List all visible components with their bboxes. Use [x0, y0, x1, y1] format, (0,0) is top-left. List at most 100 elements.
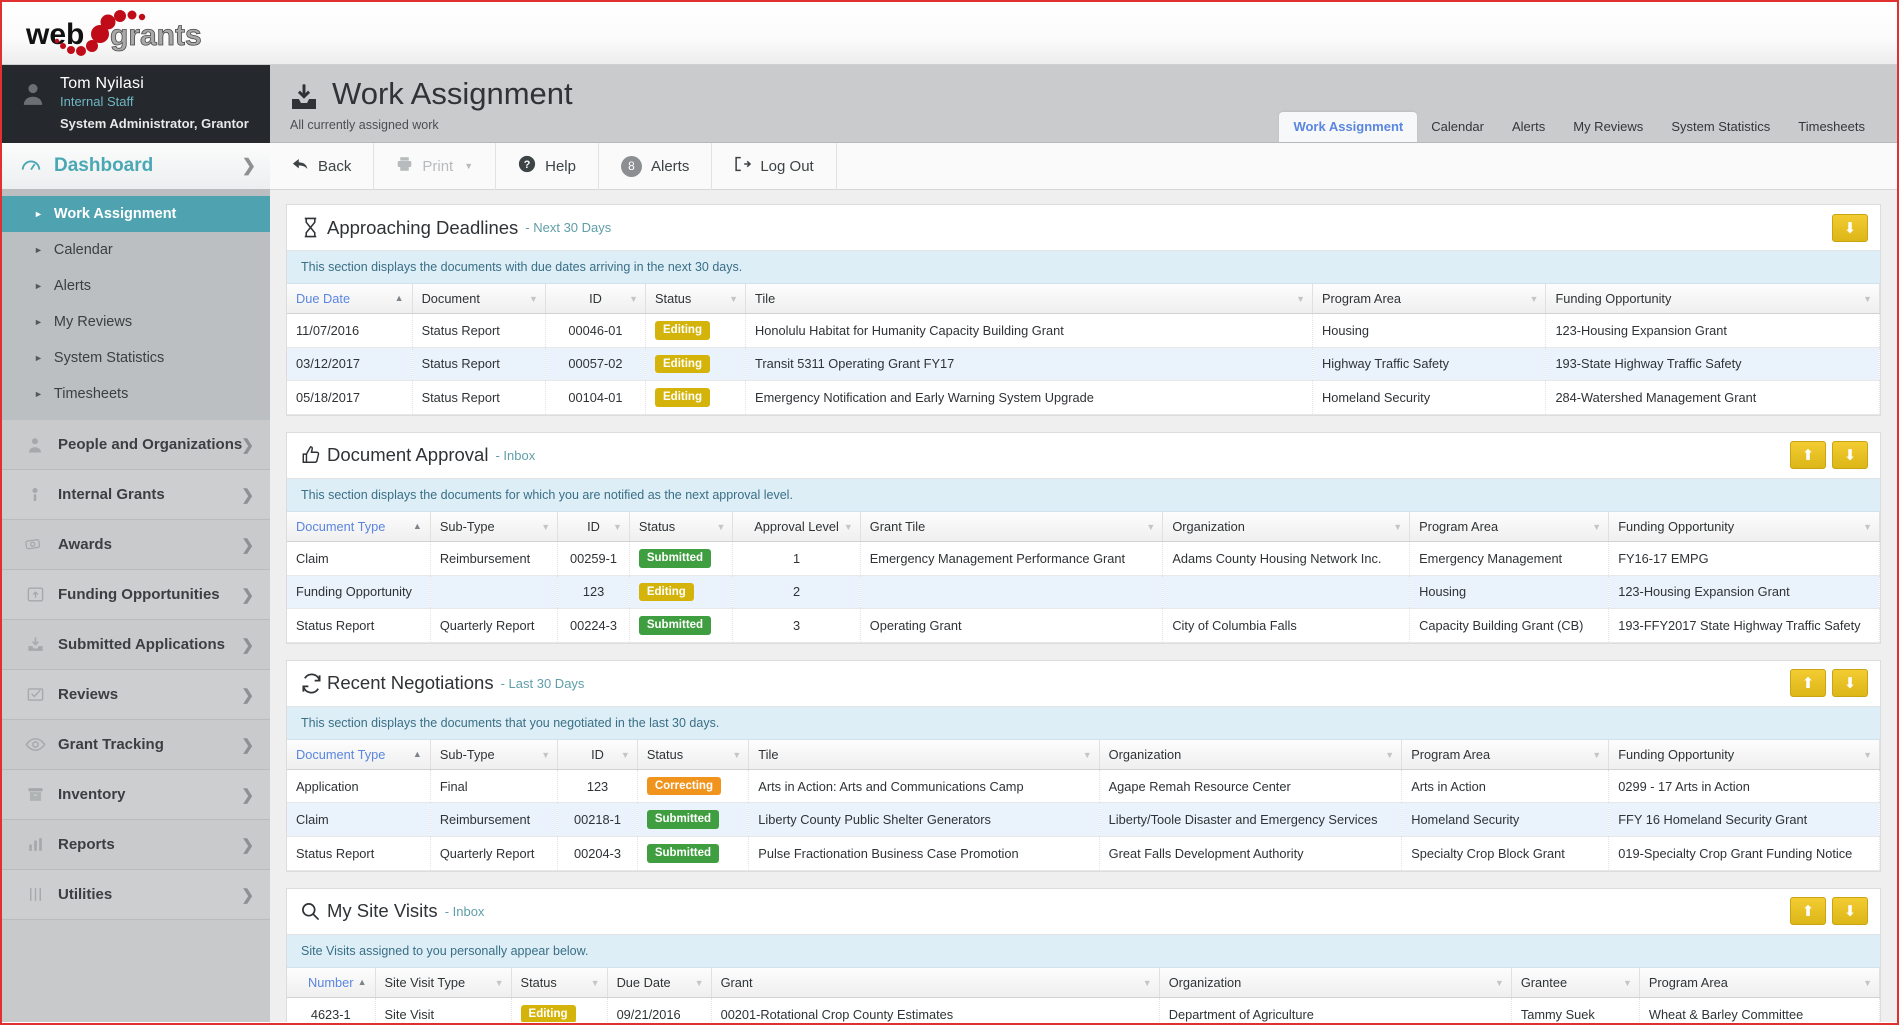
sidebar-item-internal-grants[interactable]: Internal Grants ❯ [2, 470, 270, 520]
table-row[interactable]: Status ReportQuarterly Report00204-3Subm… [287, 837, 1880, 871]
table-row[interactable]: ClaimReimbursement00218-1SubmittedLibert… [287, 803, 1880, 837]
sidebar-item-inventory[interactable]: Inventory ❯ [2, 770, 270, 820]
column-header[interactable]: Funding Opportunity▼ [1546, 284, 1880, 314]
table-row[interactable]: 11/07/2016Status Report00046-01EditingHo… [287, 314, 1880, 348]
panel-down-arrow-button[interactable]: ⬇ [1832, 441, 1868, 469]
table-row[interactable]: Funding Opportunity123Editing2Housing123… [287, 575, 1880, 609]
column-header[interactable]: Tile▼ [746, 284, 1313, 314]
column-header-label: Program Area [1419, 519, 1498, 534]
sidebar-item-people-and-organizations[interactable]: People and Organizations ❯ [2, 420, 270, 470]
tab-calendar[interactable]: Calendar [1417, 112, 1498, 142]
panel-down-arrow-button[interactable]: ⬇ [1832, 669, 1868, 697]
sidebar-item-dashboard[interactable]: Dashboard ❯ [2, 143, 270, 190]
chevron-right-icon: ❯ [241, 836, 254, 854]
panel-up-arrow-button[interactable]: ⬆ [1790, 441, 1826, 469]
table-row[interactable]: 05/18/2017Status Report00104-01EditingEm… [287, 381, 1880, 415]
column-header[interactable]: Due Date▼ [607, 968, 711, 998]
sidebar-item-timesheets[interactable]: ► Timesheets [2, 376, 270, 412]
filter-caret-icon: ▼ [629, 294, 638, 304]
column-header[interactable]: Funding Opportunity▼ [1609, 512, 1880, 542]
column-header[interactable]: Document Type▲ [287, 512, 430, 542]
column-header[interactable]: Status▼ [629, 512, 733, 542]
column-header[interactable]: Grant Tile▼ [860, 512, 1163, 542]
sidebar-item-system-statistics[interactable]: ► System Statistics [2, 340, 270, 376]
column-header[interactable]: Funding Opportunity▼ [1609, 740, 1880, 770]
column-header[interactable]: ID▼ [545, 284, 645, 314]
column-header[interactable]: Organization▼ [1099, 740, 1402, 770]
column-header[interactable]: Approval Level▼ [733, 512, 860, 542]
column-header[interactable]: Document▼ [412, 284, 545, 314]
table-cell [1163, 575, 1410, 609]
panel-up-arrow-button[interactable]: ⬆ [1790, 897, 1826, 925]
tab-timesheets[interactable]: Timesheets [1784, 112, 1879, 142]
table-cell: Reimbursement [430, 541, 557, 575]
panel-down-arrow-button[interactable]: ⬇ [1832, 214, 1868, 242]
logout-button[interactable]: Log Out [712, 143, 836, 190]
filter-caret-icon: ▼ [1296, 294, 1305, 304]
column-header[interactable]: Program Area▼ [1410, 512, 1609, 542]
panel-title: Approaching Deadlines [327, 217, 518, 239]
column-header[interactable]: Status▼ [637, 740, 748, 770]
sidebar-item-utilities[interactable]: Utilities ❯ [2, 870, 270, 920]
column-header[interactable]: Organization▼ [1159, 968, 1511, 998]
tab-my-reviews[interactable]: My Reviews [1559, 112, 1657, 142]
panel-up-arrow-button[interactable]: ⬆ [1790, 669, 1826, 697]
table-row[interactable]: 03/12/2017Status Report00057-02EditingTr… [287, 347, 1880, 381]
tab-work-assignment[interactable]: Work Assignment [1279, 112, 1417, 142]
alerts-button[interactable]: 8 Alerts [599, 143, 712, 190]
user-title: System Administrator, Grantor [60, 116, 249, 131]
column-header[interactable]: Due Date▲ [287, 284, 412, 314]
table-row[interactable]: ClaimReimbursement00259-1Submitted1Emerg… [287, 541, 1880, 575]
panel-subtitle: - Last 30 Days [501, 676, 585, 691]
alerts-label: Alerts [651, 158, 689, 175]
column-header[interactable]: Organization▼ [1163, 512, 1410, 542]
status-badge: Editing [655, 355, 710, 374]
chevron-right-icon: ❯ [241, 686, 254, 704]
column-header[interactable]: Program Area▼ [1639, 968, 1879, 998]
help-button[interactable]: ? Help [496, 143, 599, 190]
sidebar-item-work-assignment[interactable]: ► Work Assignment [2, 196, 270, 232]
upload-box-icon [18, 585, 52, 604]
column-header[interactable]: Number▲ [287, 968, 375, 998]
sidebar-item-submitted-applications[interactable]: Submitted Applications ❯ [2, 620, 270, 670]
sidebar-section-label: Internal Grants [58, 486, 165, 503]
table-cell: Emergency Notification and Early Warning… [746, 381, 1313, 415]
column-header[interactable]: Program Area▼ [1313, 284, 1546, 314]
back-button[interactable]: Back [270, 143, 374, 190]
table-row[interactable]: Status ReportQuarterly Report00224-3Subm… [287, 609, 1880, 643]
column-header[interactable]: Tile▼ [749, 740, 1099, 770]
sidebar-item-my-reviews[interactable]: ► My Reviews [2, 304, 270, 340]
panel-down-arrow-button[interactable]: ⬇ [1832, 897, 1868, 925]
table-cell: Pulse Fractionation Business Case Promot… [749, 837, 1099, 871]
table-header-row: Document Type▲Sub-Type▼ID▼Status▼Tile▼Or… [287, 740, 1880, 770]
table-row[interactable]: 4623-1Site VisitEditing09/21/201600201-R… [287, 997, 1880, 1022]
check-envelope-icon [18, 685, 52, 704]
column-header[interactable]: Document Type▲ [287, 740, 430, 770]
column-header[interactable]: Status▼ [511, 968, 607, 998]
sidebar-item-funding-opportunities[interactable]: Funding Opportunities ❯ [2, 570, 270, 620]
sidebar-item-awards[interactable]: Awards ❯ [2, 520, 270, 570]
column-header[interactable]: Grantee▼ [1511, 968, 1639, 998]
column-header[interactable]: Sub-Type▼ [430, 740, 557, 770]
column-header[interactable]: ID▼ [558, 740, 638, 770]
tab-alerts[interactable]: Alerts [1498, 112, 1559, 142]
column-header[interactable]: Site Visit Type▼ [375, 968, 511, 998]
sidebar-item-grant-tracking[interactable]: Grant Tracking ❯ [2, 720, 270, 770]
table-header-row: Due Date▲Document▼ID▼Status▼Tile▼Program… [287, 284, 1880, 314]
webgrants-logo[interactable]: web grants [24, 8, 224, 58]
sidebar-item-reports[interactable]: Reports ❯ [2, 820, 270, 870]
table-cell: 00104-01 [545, 381, 645, 415]
sidebar-item-reviews[interactable]: Reviews ❯ [2, 670, 270, 720]
table-row[interactable]: ApplicationFinal123CorrectingArts in Act… [287, 769, 1880, 803]
column-header-label: ID [591, 747, 604, 762]
sidebar-item-alerts[interactable]: ► Alerts [2, 268, 270, 304]
table-cell: 284-Watershed Management Grant [1546, 381, 1880, 415]
sidebar-item-calendar[interactable]: ► Calendar [2, 232, 270, 268]
column-header[interactable]: Grant▼ [711, 968, 1159, 998]
column-header[interactable]: ID▼ [558, 512, 630, 542]
column-header[interactable]: Program Area▼ [1402, 740, 1609, 770]
column-header[interactable]: Status▼ [646, 284, 746, 314]
print-button[interactable]: Print ▼ [374, 143, 496, 190]
tab-system-statistics[interactable]: System Statistics [1657, 112, 1784, 142]
column-header[interactable]: Sub-Type▼ [430, 512, 557, 542]
